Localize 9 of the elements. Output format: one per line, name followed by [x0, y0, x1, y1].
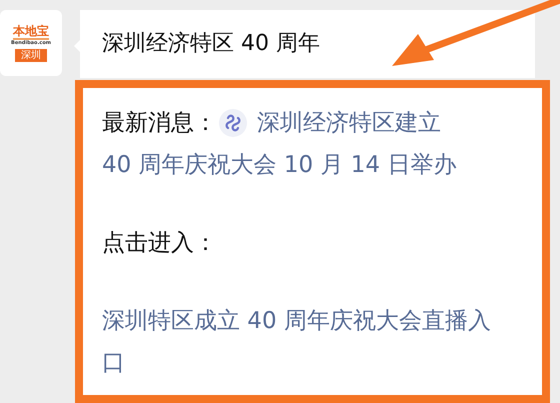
live-link[interactable]: 深圳特区成立 40 周年庆祝大会直播入口	[102, 300, 494, 384]
news-link[interactable]: 40 周年庆祝大会 10 月 14 日举办	[102, 144, 456, 186]
logo-text: 本地宝	[13, 24, 49, 40]
news-link[interactable]: 深圳经济特区建立	[257, 102, 441, 144]
link-icon	[219, 109, 247, 137]
news-label: 最新消息：	[102, 109, 217, 138]
message-title: 深圳经济特区 40 周年	[102, 30, 320, 58]
city-badge: 深圳	[15, 49, 47, 62]
enter-label: 点击进入：	[102, 229, 217, 258]
